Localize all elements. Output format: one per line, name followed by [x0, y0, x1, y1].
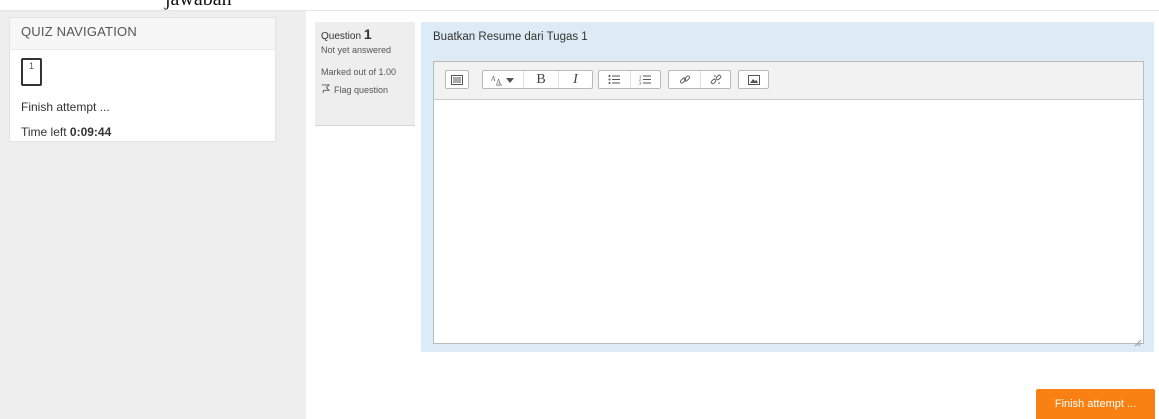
ordered-list-button[interactable]: 123 — [630, 71, 660, 88]
toolbar-group-toggle — [445, 70, 469, 89]
unlink-button[interactable] — [700, 71, 730, 88]
flag-question-label: Flag question — [334, 84, 389, 95]
toggle-toolbar-button[interactable] — [446, 71, 468, 88]
flag-question-button[interactable]: Flag question — [321, 84, 409, 95]
answer-text-area[interactable] — [434, 100, 1143, 343]
link-button[interactable] — [669, 71, 700, 88]
bold-button[interactable]: B — [523, 71, 558, 88]
resize-handle-icon[interactable] — [1134, 334, 1142, 347]
question-text: Buatkan Resume dari Tugas 1 — [433, 31, 588, 43]
time-left: Time left 0:09:44 — [21, 125, 111, 139]
question-info: Question 1 Not yet answered Marked out o… — [315, 22, 415, 126]
toolbar-group-text: AA B I — [482, 70, 593, 89]
ordered-list-icon: 123 — [639, 74, 652, 85]
question-content: Buatkan Resume dari Tugas 1 AA B I 1 2 3 — [421, 22, 1154, 352]
quiz-navigation-title: QUIZ NAVIGATION — [10, 18, 275, 50]
flag-icon — [321, 84, 331, 95]
question-number-value: 1 — [363, 26, 372, 42]
finish-attempt-link[interactable]: Finish attempt ... — [21, 100, 110, 114]
time-left-value: 0:09:44 — [69, 125, 112, 139]
image-icon — [747, 74, 760, 85]
question-grade: Marked out of 1.00 — [321, 67, 397, 77]
unordered-list-icon — [608, 74, 621, 85]
time-left-label: Time left — [21, 125, 70, 139]
question-number: Question 1 — [321, 26, 409, 42]
insert-image-button[interactable] — [739, 71, 768, 88]
toggle-toolbar-icon — [451, 74, 463, 85]
italic-button[interactable]: I — [558, 71, 592, 88]
font-style-icon: AA — [490, 74, 516, 86]
toolbar-group-lists: 123 — [598, 70, 661, 89]
left-sidebar: QUIZ NAVIGATION 1 Finish attempt ... Tim… — [0, 11, 306, 419]
finish-attempt-button[interactable]: Finish attempt ... — [1036, 389, 1155, 419]
font-style-button[interactable]: AA — [483, 71, 523, 88]
answer-editor: AA B I 123 — [433, 61, 1144, 347]
toolbar-group-links — [668, 70, 731, 89]
question-state: Not yet answered — [321, 45, 392, 55]
toolbar-group-media — [738, 70, 769, 89]
link-icon — [679, 74, 691, 86]
question-label: Question — [321, 31, 364, 42]
unlink-icon — [710, 74, 722, 86]
unordered-list-button[interactable] — [599, 71, 630, 88]
editor-toolbar: AA B I 123 — [434, 62, 1143, 100]
svg-text:3: 3 — [639, 81, 642, 86]
quiz-navigation-block: QUIZ NAVIGATION 1 Finish attempt ... Tim… — [9, 17, 276, 142]
question-nav-button-1[interactable]: 1 — [21, 58, 42, 86]
